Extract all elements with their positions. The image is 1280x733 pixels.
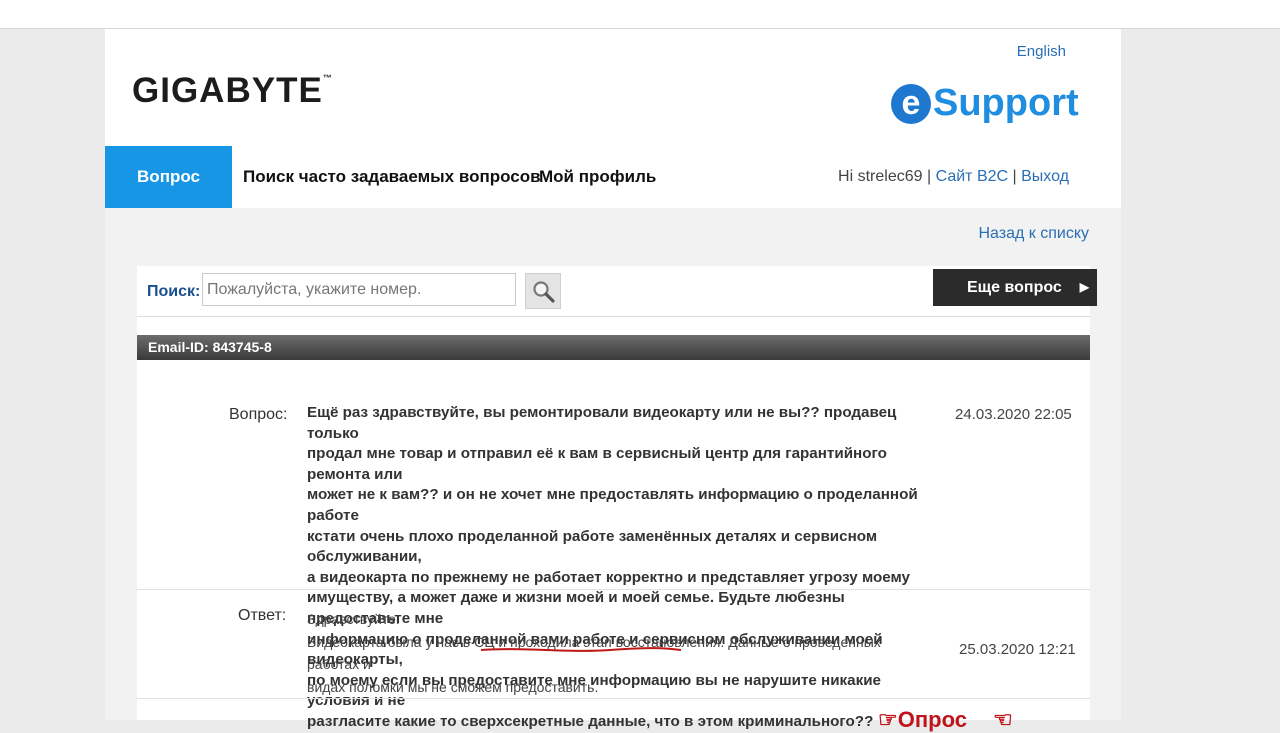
question-label: Вопрос: (229, 406, 288, 423)
main-nav: Вопрос Поиск часто задаваемых вопросов М… (105, 146, 1121, 208)
page-container: GIGABYTE™ English e Support Вопрос Поиск… (105, 29, 1121, 732)
ask-another-question-button[interactable]: Еще вопрос ▶ (933, 269, 1097, 306)
answer-date: 25.03.2020 12:21 (959, 641, 1076, 658)
question-line: продал мне товар и отправил её к вам в с… (307, 445, 887, 483)
logo-trademark: ™ (322, 73, 333, 84)
red-underline-annotation (480, 647, 682, 652)
separator: | (1012, 168, 1017, 185)
tab-my-profile[interactable]: Мой профиль (539, 146, 656, 208)
site-header: GIGABYTE™ English e Support (105, 29, 1121, 146)
ask-another-label: Еще вопрос (967, 279, 1062, 296)
search-input[interactable] (202, 273, 516, 306)
question-line: кстати очень плохо проделанной работе за… (307, 527, 878, 566)
play-arrow-icon: ▶ (1079, 280, 1089, 294)
browser-top-strip (0, 0, 1280, 29)
answer-line: Здравствуйте. (307, 611, 400, 627)
magnifier-icon (533, 281, 555, 303)
esupport-e-icon: e (891, 84, 931, 124)
question-line: может не к вам?? и он не хочет мне предо… (307, 486, 918, 524)
question-line: Ещё раз здравствуйте, вы ремонтировали в… (307, 404, 897, 442)
divider (137, 698, 1090, 699)
user-area: Hi strelec69 | Сайт B2C | Выход (838, 146, 1069, 208)
question-line: разгласите какие то сверхсекретные данны… (307, 712, 874, 730)
answer-line: видах поломки мы не сможем предоставить. (307, 678, 599, 695)
language-link-english[interactable]: English (1017, 43, 1066, 60)
gigabyte-logo[interactable]: GIGABYTE™ (132, 71, 333, 111)
search-label: Поиск: (147, 283, 201, 300)
divider (137, 589, 1090, 590)
question-line: а видеокарта по прежнему не работает кор… (307, 568, 910, 586)
tab-faq-search[interactable]: Поиск часто задаваемых вопросов (243, 146, 541, 208)
tab-question[interactable]: Вопрос (105, 146, 232, 208)
thumbs-down-icon[interactable]: ☜ (993, 707, 1013, 733)
b2c-site-link[interactable]: Сайт B2C (936, 168, 1008, 185)
answer-label: Ответ: (238, 607, 287, 624)
separator: | (926, 168, 932, 185)
back-to-list-link[interactable]: Назад к списку (978, 225, 1089, 243)
email-id-bar: Email-ID: 843745-8 (137, 335, 1090, 360)
search-button[interactable] (525, 273, 561, 309)
poll-button[interactable]: ☞Опрос (878, 707, 967, 733)
ticket-panel: Поиск: Еще вопрос ▶ Email-ID: 843745-8 В… (137, 266, 1097, 732)
esupport-word: Support (933, 82, 1079, 124)
divider (137, 316, 1090, 317)
logo-text: GIGABYTE (132, 71, 323, 110)
question-date: 24.03.2020 22:05 (955, 406, 1072, 423)
logout-link[interactable]: Выход (1021, 168, 1069, 185)
user-greeting: Hi strelec69 (838, 168, 923, 185)
